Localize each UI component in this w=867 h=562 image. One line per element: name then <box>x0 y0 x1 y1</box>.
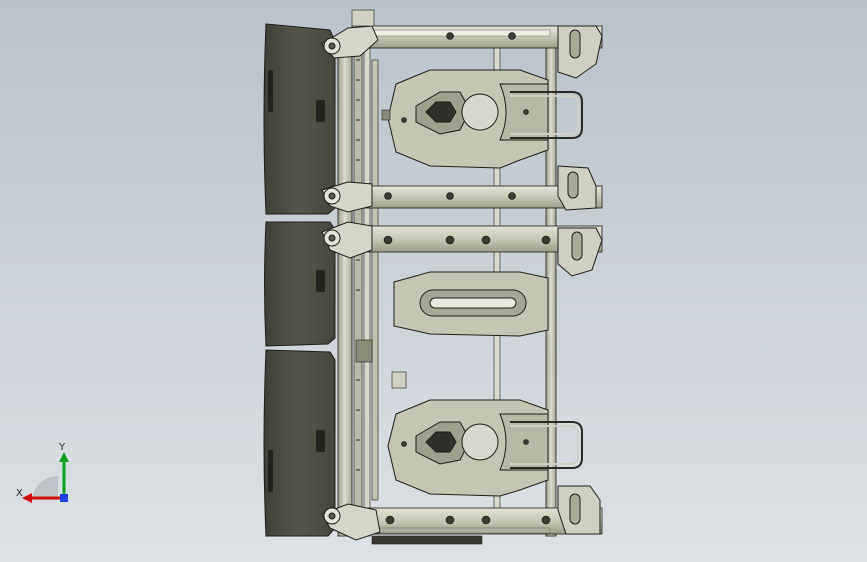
y-axis-arrow-icon <box>59 452 69 462</box>
cad-viewport[interactable]: Y X <box>0 0 867 562</box>
left-vertical-rails <box>337 35 379 537</box>
x-axis-arrow-icon <box>22 493 32 503</box>
triad-base <box>32 475 58 500</box>
x-axis-label: X <box>16 488 23 499</box>
cushion-group <box>263 23 336 537</box>
z-axis-marker-icon <box>60 494 68 502</box>
y-axis-label: Y <box>58 442 66 453</box>
right-end-brackets <box>557 25 603 535</box>
axis-triad: Y X <box>16 442 69 503</box>
seat-frame-assembly[interactable] <box>0 0 867 562</box>
